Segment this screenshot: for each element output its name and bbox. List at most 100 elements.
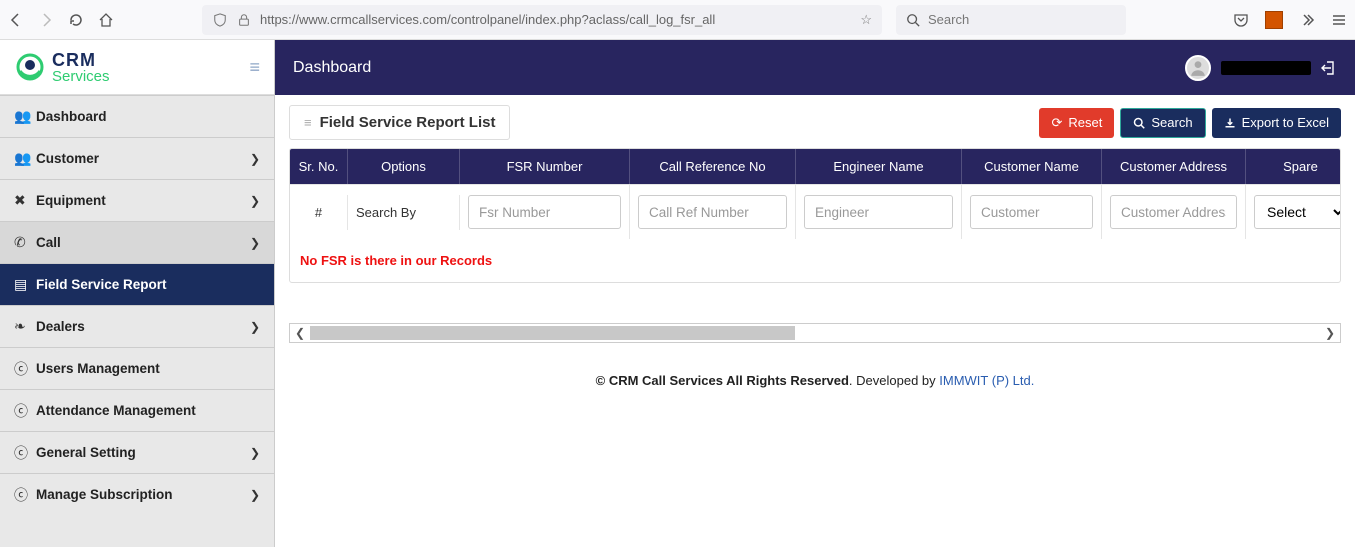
dashboard-icon: 👥 — [14, 108, 36, 125]
button-label: Reset — [1068, 115, 1102, 130]
footer-dev-link[interactable]: IMMWIT (P) Ltd. — [939, 373, 1034, 388]
sidebar-item-attendance-management[interactable]: ⓒ Attendance Management — [0, 389, 274, 431]
topbar: Dashboard — [275, 40, 1355, 95]
fsr-table: Sr. No. Options FSR Number Call Referenc… — [289, 148, 1341, 283]
filter-options-label: Search By — [348, 195, 460, 230]
logo-area: CRM Services ≡ — [0, 40, 274, 95]
main-content: Dashboard ≡ Field Service Report List ⟳ … — [275, 40, 1355, 547]
col-header-options: Options — [348, 149, 460, 184]
leaf-icon: ❧ — [14, 318, 36, 335]
chevron-right-icon: ❯ — [250, 194, 260, 208]
phone-icon: ✆ — [14, 234, 36, 251]
bookmark-star-icon[interactable]: ☆ — [860, 12, 872, 28]
users-icon: ⓒ — [14, 359, 36, 379]
sidebar-item-dealers[interactable]: ❧ Dealers ❯ — [0, 305, 274, 347]
sidebar-item-label: Dashboard — [36, 109, 107, 124]
sidebar-item-dashboard[interactable]: 👥 Dashboard — [0, 95, 274, 137]
sidebar-item-customer[interactable]: 👥 Customer ❯ — [0, 137, 274, 179]
sidebar-toggle-icon[interactable]: ≡ — [249, 57, 260, 78]
browser-search[interactable]: Search — [896, 5, 1126, 35]
forward-icon — [38, 12, 54, 28]
list-icon: ≡ — [304, 115, 312, 130]
fsr-number-input[interactable] — [468, 195, 621, 229]
search-icon — [1133, 117, 1145, 129]
scroll-track[interactable] — [310, 326, 1320, 340]
browser-search-placeholder: Search — [928, 12, 969, 27]
call-ref-input[interactable] — [638, 195, 787, 229]
export-button[interactable]: Export to Excel — [1212, 108, 1341, 138]
col-header-call-ref: Call Reference No — [630, 149, 796, 184]
sidebar-item-equipment[interactable]: ✖ Equipment ❯ — [0, 179, 274, 221]
shield-icon — [212, 12, 228, 28]
sidebar-item-label: Attendance Management — [36, 403, 196, 418]
page-title: Dashboard — [293, 59, 371, 77]
footer: © CRM Call Services All Rights Reserved.… — [275, 353, 1355, 408]
reset-button[interactable]: ⟳ Reset — [1039, 108, 1114, 138]
table-filter-row: # Search By Select — [290, 184, 1340, 239]
empty-message: No FSR is there in our Records — [290, 239, 1340, 282]
engineer-input[interactable] — [804, 195, 953, 229]
panel-title: Field Service Report List — [320, 114, 496, 131]
sidebar-item-label: Field Service Report — [36, 277, 167, 292]
sidebar-item-general-setting[interactable]: ⓒ General Setting ❯ — [0, 431, 274, 473]
chevron-right-icon: ❯ — [250, 152, 260, 166]
avatar[interactable] — [1185, 55, 1211, 81]
col-header-address: Customer Address — [1102, 149, 1246, 184]
panel-title-box: ≡ Field Service Report List — [289, 105, 510, 140]
home-icon[interactable] — [98, 12, 114, 28]
col-header-customer: Customer Name — [962, 149, 1102, 184]
reload-icon[interactable] — [68, 12, 84, 28]
menu-icon[interactable] — [1331, 12, 1347, 28]
sidebar-item-label: Dealers — [36, 319, 85, 334]
sidebar-item-call[interactable]: ✆ Call ❯ — [0, 221, 274, 263]
scroll-thumb[interactable] — [310, 326, 795, 340]
customer-input[interactable] — [970, 195, 1093, 229]
sidebar-item-label: Users Management — [36, 361, 160, 376]
chevron-right-icon: ❯ — [250, 320, 260, 334]
search-icon — [906, 13, 920, 27]
overflow-icon[interactable] — [1299, 12, 1315, 28]
scroll-left-icon[interactable]: ❮ — [290, 326, 310, 340]
extension-icon[interactable] — [1265, 11, 1283, 29]
spare-select[interactable]: Select — [1254, 195, 1341, 229]
url-bar[interactable]: https://www.crmcallservices.com/controlp… — [202, 5, 882, 35]
pocket-icon[interactable] — [1233, 12, 1249, 28]
logo[interactable]: CRM Services — [14, 51, 110, 84]
url-text: https://www.crmcallservices.com/controlp… — [260, 12, 715, 27]
user-name[interactable] — [1221, 61, 1311, 75]
sidebar: CRM Services ≡ 👥 Dashboard 👥 Customer ❯ … — [0, 40, 275, 547]
sidebar-item-field-service-report[interactable]: ▤ Field Service Report — [0, 263, 274, 305]
col-header-spare: Spare — [1246, 149, 1341, 184]
sidebar-item-users-management[interactable]: ⓒ Users Management — [0, 347, 274, 389]
logout-icon[interactable] — [1321, 60, 1337, 76]
logo-text-top: CRM — [52, 51, 110, 69]
sidebar-item-label: Equipment — [36, 193, 106, 208]
download-icon — [1224, 117, 1236, 129]
sidebar-item-label: Call — [36, 235, 61, 250]
footer-copyright: © CRM Call Services All Rights Reserved — [596, 373, 849, 388]
browser-toolbar: https://www.crmcallservices.com/controlp… — [0, 0, 1355, 40]
sidebar-item-manage-subscription[interactable]: ⓒ Manage Subscription ❯ — [0, 473, 274, 515]
equipment-icon: ✖ — [14, 192, 36, 209]
filter-sr: # — [290, 195, 348, 230]
headset-logo-icon — [14, 51, 46, 83]
col-header-fsr-number: FSR Number — [460, 149, 630, 184]
button-label: Search — [1151, 115, 1192, 130]
report-icon: ▤ — [14, 276, 36, 293]
attendance-icon: ⓒ — [14, 401, 36, 421]
col-header-srno: Sr. No. — [290, 149, 348, 184]
address-input[interactable] — [1110, 195, 1237, 229]
sidebar-item-label: Customer — [36, 151, 99, 166]
chevron-right-icon: ❯ — [250, 488, 260, 502]
chevron-right-icon: ❯ — [250, 236, 260, 250]
table-header-row: Sr. No. Options FSR Number Call Referenc… — [290, 149, 1340, 184]
sidebar-item-label: Manage Subscription — [36, 487, 173, 502]
chevron-right-icon: ❯ — [250, 446, 260, 460]
scroll-right-icon[interactable]: ❯ — [1320, 326, 1340, 340]
horizontal-scrollbar[interactable]: ❮ ❯ — [289, 323, 1341, 343]
sidebar-item-label: General Setting — [36, 445, 136, 460]
search-button[interactable]: Search — [1120, 108, 1205, 138]
back-icon[interactable] — [8, 12, 24, 28]
footer-dev-prefix: . Developed by — [849, 373, 939, 388]
subscription-icon: ⓒ — [14, 485, 36, 505]
